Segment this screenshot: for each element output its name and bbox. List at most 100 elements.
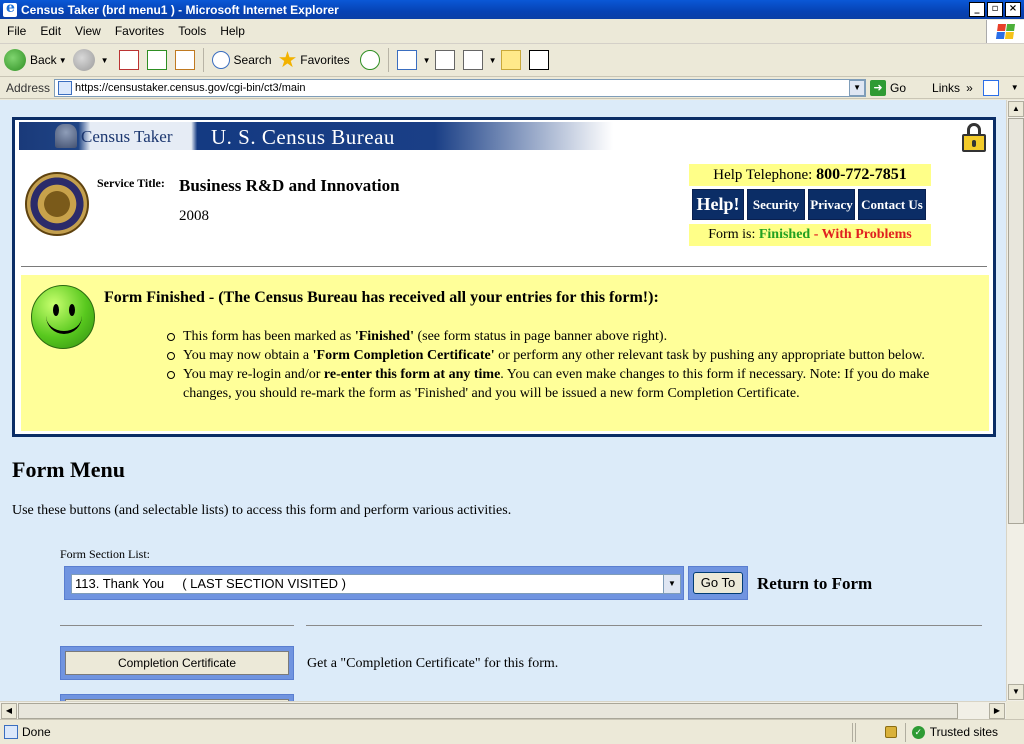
menu-view[interactable]: View xyxy=(68,24,108,38)
help-button[interactable]: Help! xyxy=(692,189,744,220)
menu-divider xyxy=(306,625,982,626)
banner-nav: Help! Security Privacy Contact Us xyxy=(692,189,926,220)
scrollbar-corner xyxy=(1006,701,1024,719)
help-telephone: Help Telephone: 800-772-7851 xyxy=(689,164,931,186)
edit-dropdown-icon[interactable]: ▼ xyxy=(489,56,497,65)
form-section-select[interactable]: 113. Thank You ( LAST SECTION VISITED ) … xyxy=(71,574,681,594)
scroll-left-icon[interactable]: ◀ xyxy=(1,703,17,719)
go-arrow-icon: ➜ xyxy=(870,79,887,96)
window-titlebar: Census Taker (brd menu1 ) - Microsoft In… xyxy=(0,0,1024,19)
address-label: Address xyxy=(6,80,51,95)
completion-certificate-frame: Completion Certificate xyxy=(60,646,294,680)
form-menu-description: Use these buttons (and selectable lists)… xyxy=(12,503,512,518)
census-banner-strip: Census Taker U. S. Census Bureau xyxy=(19,122,613,150)
stop-icon[interactable] xyxy=(118,50,139,70)
star-icon: ★ xyxy=(277,47,298,72)
extra-dropdown-icon[interactable]: ▼ xyxy=(1011,83,1019,92)
toolbar-extra-icon[interactable] xyxy=(982,79,999,96)
minimize-button[interactable]: _ xyxy=(969,2,985,17)
secure-lock-icon[interactable] xyxy=(884,726,897,738)
back-label: Back xyxy=(30,53,57,67)
commerce-seal-icon xyxy=(25,172,89,236)
menu-help[interactable]: Help xyxy=(213,24,252,38)
home-icon[interactable] xyxy=(174,50,195,70)
go-button[interactable]: ➜ Go xyxy=(870,79,907,96)
form-status-finished: Finished xyxy=(758,227,811,242)
census-taker-bust-icon xyxy=(55,124,77,148)
links-more-icon[interactable]: » xyxy=(966,81,973,95)
status-cell xyxy=(854,722,879,742)
scroll-right-icon[interactable]: ▶ xyxy=(989,703,1005,719)
menu-bar: File Edit View Favorites Tools Help xyxy=(0,19,1024,44)
app-name: Census Taker xyxy=(81,127,173,146)
agency-name: U. S. Census Bureau xyxy=(211,125,395,149)
security-button[interactable]: Security xyxy=(747,189,805,220)
refresh-icon[interactable] xyxy=(146,50,167,70)
contact-us-button[interactable]: Contact Us xyxy=(858,189,926,220)
forward-button[interactable]: ▼ xyxy=(72,49,109,71)
status-text: Done xyxy=(22,725,51,739)
completion-certificate-button[interactable]: Completion Certificate xyxy=(65,651,289,675)
back-button[interactable]: Back ▼ xyxy=(4,49,67,71)
address-bar: Address https://censustaker.census.gov/c… xyxy=(0,77,1024,99)
window-icon[interactable] xyxy=(528,50,549,70)
favorites-button[interactable]: ★ Favorites xyxy=(278,47,350,73)
toolbar-separator xyxy=(202,48,204,72)
privacy-button[interactable]: Privacy xyxy=(808,189,855,220)
print-icon[interactable] xyxy=(434,50,455,70)
back-dropdown-icon[interactable]: ▼ xyxy=(59,56,67,65)
help-telephone-label: Help Telephone: xyxy=(713,167,813,183)
search-label: Search xyxy=(233,53,272,67)
vertical-scroll-thumb[interactable] xyxy=(1008,118,1024,524)
status-bar: Done ✓ Trusted sites xyxy=(0,719,1024,744)
scroll-up-icon[interactable]: ▲ xyxy=(1008,101,1024,117)
padlock-icon xyxy=(962,123,986,153)
mail-dropdown-icon[interactable]: ▼ xyxy=(423,56,431,65)
menu-tools[interactable]: Tools xyxy=(171,24,213,38)
address-url[interactable]: https://censustaker.census.gov/cgi-bin/c… xyxy=(75,82,849,94)
trusted-check-icon: ✓ xyxy=(911,725,925,739)
vertical-scrollbar[interactable]: ▲ ▼ xyxy=(1006,100,1024,701)
menu-favorites[interactable]: Favorites xyxy=(108,24,171,38)
form-finished-title: Form Finished - (The Census Bureau has r… xyxy=(104,289,659,306)
scroll-down-icon[interactable]: ▼ xyxy=(1008,684,1024,700)
page-viewport: Census Taker U. S. Census Bureau Service… xyxy=(0,100,1006,701)
search-button[interactable]: Search xyxy=(208,51,272,69)
maximize-button[interactable]: ▫ xyxy=(987,2,1003,17)
form-section-list-label: Form Section List: xyxy=(60,547,150,561)
history-icon[interactable] xyxy=(359,50,380,70)
ie-icon xyxy=(3,0,17,17)
favorites-label: Favorites xyxy=(300,53,350,67)
menu-file[interactable]: File xyxy=(0,24,33,38)
page-banner: Census Taker U. S. Census Bureau Service… xyxy=(12,117,996,437)
go-label: Go xyxy=(890,80,907,95)
selected-section: 113. Thank You ( LAST SECTION VISITED ) xyxy=(75,576,346,591)
note-icon[interactable] xyxy=(500,50,521,70)
close-button[interactable]: × xyxy=(1005,2,1021,17)
toolbar: Back ▼ ▼ Search ★ Favorites ▼ ▼ xyxy=(0,44,1024,77)
mail-icon[interactable] xyxy=(396,50,417,70)
service-title: Business R&D and Innovation xyxy=(179,176,400,195)
menu-edit[interactable]: Edit xyxy=(33,24,68,38)
forward-dropdown-icon[interactable]: ▼ xyxy=(101,56,109,65)
security-zone[interactable]: ✓ Trusted sites xyxy=(906,725,1004,739)
completion-certificate-description: Get a "Completion Certificate" for this … xyxy=(307,656,559,671)
edit-icon[interactable] xyxy=(462,50,483,70)
go-to-button[interactable]: Go To xyxy=(693,572,743,594)
security-zone-label: Trusted sites xyxy=(929,725,998,739)
form-finished-list: This form has been marked as 'Finished' … xyxy=(167,327,967,403)
list-item: You may re-login and/or re-enter this fo… xyxy=(167,365,967,403)
address-dropdown-icon[interactable]: ▼ xyxy=(849,79,866,96)
banner-divider xyxy=(21,266,987,267)
page-status-icon xyxy=(4,725,18,739)
list-item: You may now obtain a 'Form Completion Ce… xyxy=(167,346,967,365)
search-icon xyxy=(211,51,230,69)
next-button-frame xyxy=(60,694,294,701)
address-input[interactable]: https://censustaker.census.gov/cgi-bin/c… xyxy=(54,78,867,97)
horizontal-scrollbar[interactable]: ◀ ▶ xyxy=(0,701,1006,719)
form-status-separator: - xyxy=(810,227,822,242)
horizontal-scroll-thumb[interactable] xyxy=(18,703,958,719)
links-bar[interactable]: Links » ▼ xyxy=(932,79,1019,96)
select-dropdown-icon[interactable]: ▼ xyxy=(663,575,680,593)
windows-logo-icon xyxy=(986,19,1024,43)
